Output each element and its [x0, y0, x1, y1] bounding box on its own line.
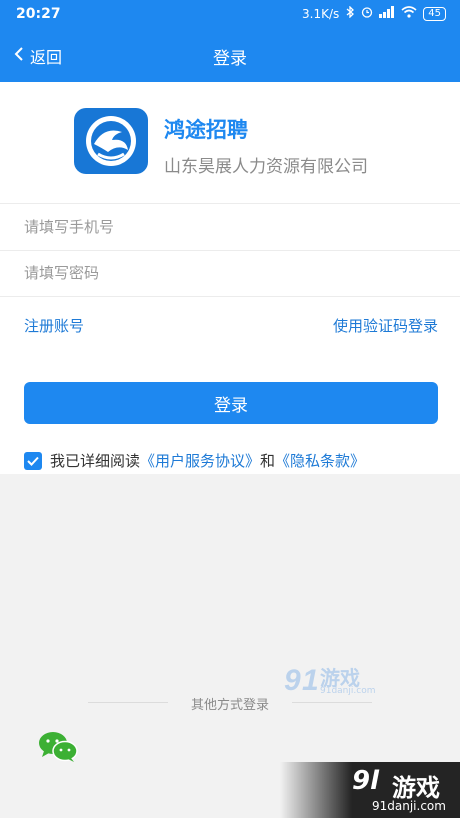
- login-card: 鸿途招聘 山东昊展人力资源有限公司 注册账号 使用验证码登录 登录 我已详细阅读…: [0, 82, 460, 474]
- svg-text:1: 1: [302, 664, 319, 697]
- status-right: 3.1K/s 45: [302, 5, 446, 21]
- check-icon: [27, 456, 39, 466]
- register-link[interactable]: 注册账号: [24, 315, 84, 336]
- battery-icon: 45: [423, 6, 446, 21]
- wifi-icon: [401, 6, 417, 21]
- phone-input[interactable]: [22, 212, 446, 242]
- sms-login-link[interactable]: 使用验证码登录: [333, 315, 438, 336]
- watermark-corner-brand: 游戏: [392, 774, 440, 802]
- wechat-icon: [39, 732, 78, 762]
- company-name: 山东昊展人力资源有限公司: [164, 157, 368, 177]
- other-login-label: 其他方式登录: [190, 698, 269, 713]
- alarm-icon: [361, 6, 373, 21]
- divider: [0, 250, 460, 251]
- agreement-checkbox[interactable]: [24, 451, 42, 470]
- agreement-conjunction: 和: [260, 452, 276, 470]
- password-input[interactable]: [22, 258, 446, 288]
- app-logo: [74, 108, 148, 174]
- divider: [0, 296, 460, 297]
- app-header: 20:27 3.1K/s 45 返回 登录: [0, 0, 460, 82]
- divider: [0, 203, 460, 204]
- page-title: 登录: [213, 49, 247, 69]
- status-bar: 20:27 3.1K/s 45: [0, 0, 460, 28]
- status-time: 20:27: [16, 6, 61, 22]
- bluetooth-icon: [345, 5, 355, 21]
- app-name: 鸿途招聘: [164, 118, 248, 142]
- svg-text:9: 9: [284, 664, 301, 697]
- wechat-login-button[interactable]: [38, 731, 78, 763]
- agreement-row: 我已详细阅读 《用户服务协议》 和 《隐私条款》: [24, 450, 365, 471]
- watermark-corner-logo-icon: 9l: [352, 766, 380, 796]
- nav-bar: 返回 登录: [0, 32, 460, 76]
- network-speed: 3.1K/s: [302, 6, 340, 21]
- divider: [292, 702, 372, 703]
- login-button[interactable]: 登录: [24, 382, 438, 424]
- watermark-corner: 9l 游戏 91danji.com: [280, 762, 460, 818]
- watermark-corner-domain: 91danji.com: [372, 799, 446, 813]
- privacy-policy-link[interactable]: 《隐私条款》: [275, 450, 365, 471]
- signal-icon: [379, 6, 395, 21]
- agreement-prefix: 我已详细阅读: [50, 452, 141, 470]
- user-agreement-link[interactable]: 《用户服务协议》: [140, 450, 260, 471]
